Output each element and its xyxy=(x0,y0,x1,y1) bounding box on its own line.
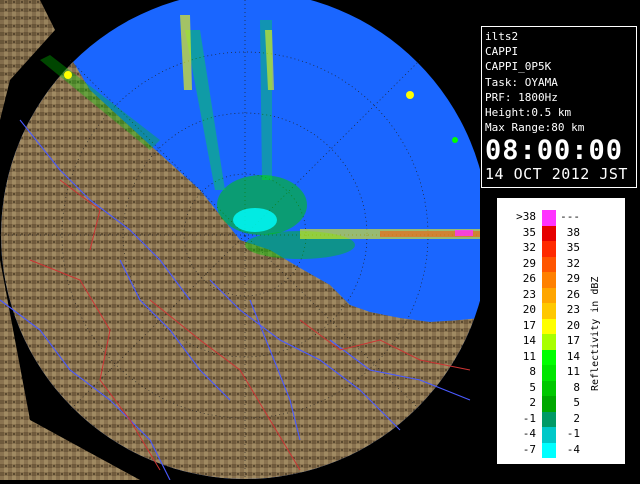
reflectivity-legend: >38 --- 35 38 32 35 29 32 26 29 23 26 20 23 17 20 14 17 11… xyxy=(497,198,625,464)
site-name: ilts2 xyxy=(485,30,519,43)
product-id: CAPPI_0P5K xyxy=(485,60,552,74)
legend-low-label: 5 xyxy=(529,380,536,394)
legend-low-label: 32 xyxy=(522,241,536,254)
legend-low-label: 2 xyxy=(529,396,536,409)
legend-low-label: 8 xyxy=(529,365,536,378)
legend-high-label: --- xyxy=(560,210,580,223)
height-label: Height:0.5 km xyxy=(485,106,572,120)
legend-axis-title: Reflectivity in dBZ xyxy=(590,276,601,392)
legend-high-label: 17 xyxy=(566,334,580,347)
task-label: Task: OYAMA xyxy=(485,75,558,89)
legend-low-label: 35 xyxy=(522,225,536,239)
info-panel: ilts2 CAPPI CAPPI_0P5K Task: OYAMA PRF: … xyxy=(481,26,637,188)
prf-label: PRF: 1800Hz xyxy=(485,90,558,104)
legend-high-label: 11 xyxy=(566,365,580,378)
legend-low-label: 17 xyxy=(522,318,536,332)
legend-high-label: 29 xyxy=(566,272,580,285)
max-range-label: Max Range:80 km xyxy=(485,121,585,135)
legend-high-label: 26 xyxy=(566,287,580,301)
legend-high-label: 8 xyxy=(573,380,580,394)
legend-high-label: 32 xyxy=(566,256,580,270)
legend-low-label: -1 xyxy=(522,411,536,425)
time-display: 08:00:00 xyxy=(485,135,624,167)
legend-high-label: 35 xyxy=(566,241,580,254)
legend-low-label: 11 xyxy=(522,349,536,363)
legend-low-label: >38 xyxy=(516,210,536,223)
legend-low-label: 14 xyxy=(522,334,536,347)
radar-map[interactable] xyxy=(0,0,489,481)
product-name: CAPPI xyxy=(485,45,519,59)
legend-high-label: 14 xyxy=(566,349,580,363)
legend-low-label: -4 xyxy=(522,427,536,440)
legend-high-label: 23 xyxy=(566,303,580,316)
legend-high-label: -4 xyxy=(566,442,580,456)
date-display: 14 OCT 2012 JST xyxy=(485,165,628,184)
legend-low-label: 23 xyxy=(522,287,536,301)
legend-high-label: -1 xyxy=(566,427,580,440)
legend-low-label: -7 xyxy=(522,442,536,456)
legend-high-label: 5 xyxy=(573,396,580,409)
legend-high-label: 2 xyxy=(573,411,580,425)
legend-high-label: 38 xyxy=(566,225,580,239)
legend-low-label: 29 xyxy=(522,256,536,270)
legend-low-label: 26 xyxy=(522,272,536,285)
legend-low-label: 20 xyxy=(522,303,536,316)
legend-high-label: 20 xyxy=(566,318,580,332)
radar-map-svg xyxy=(0,0,489,481)
